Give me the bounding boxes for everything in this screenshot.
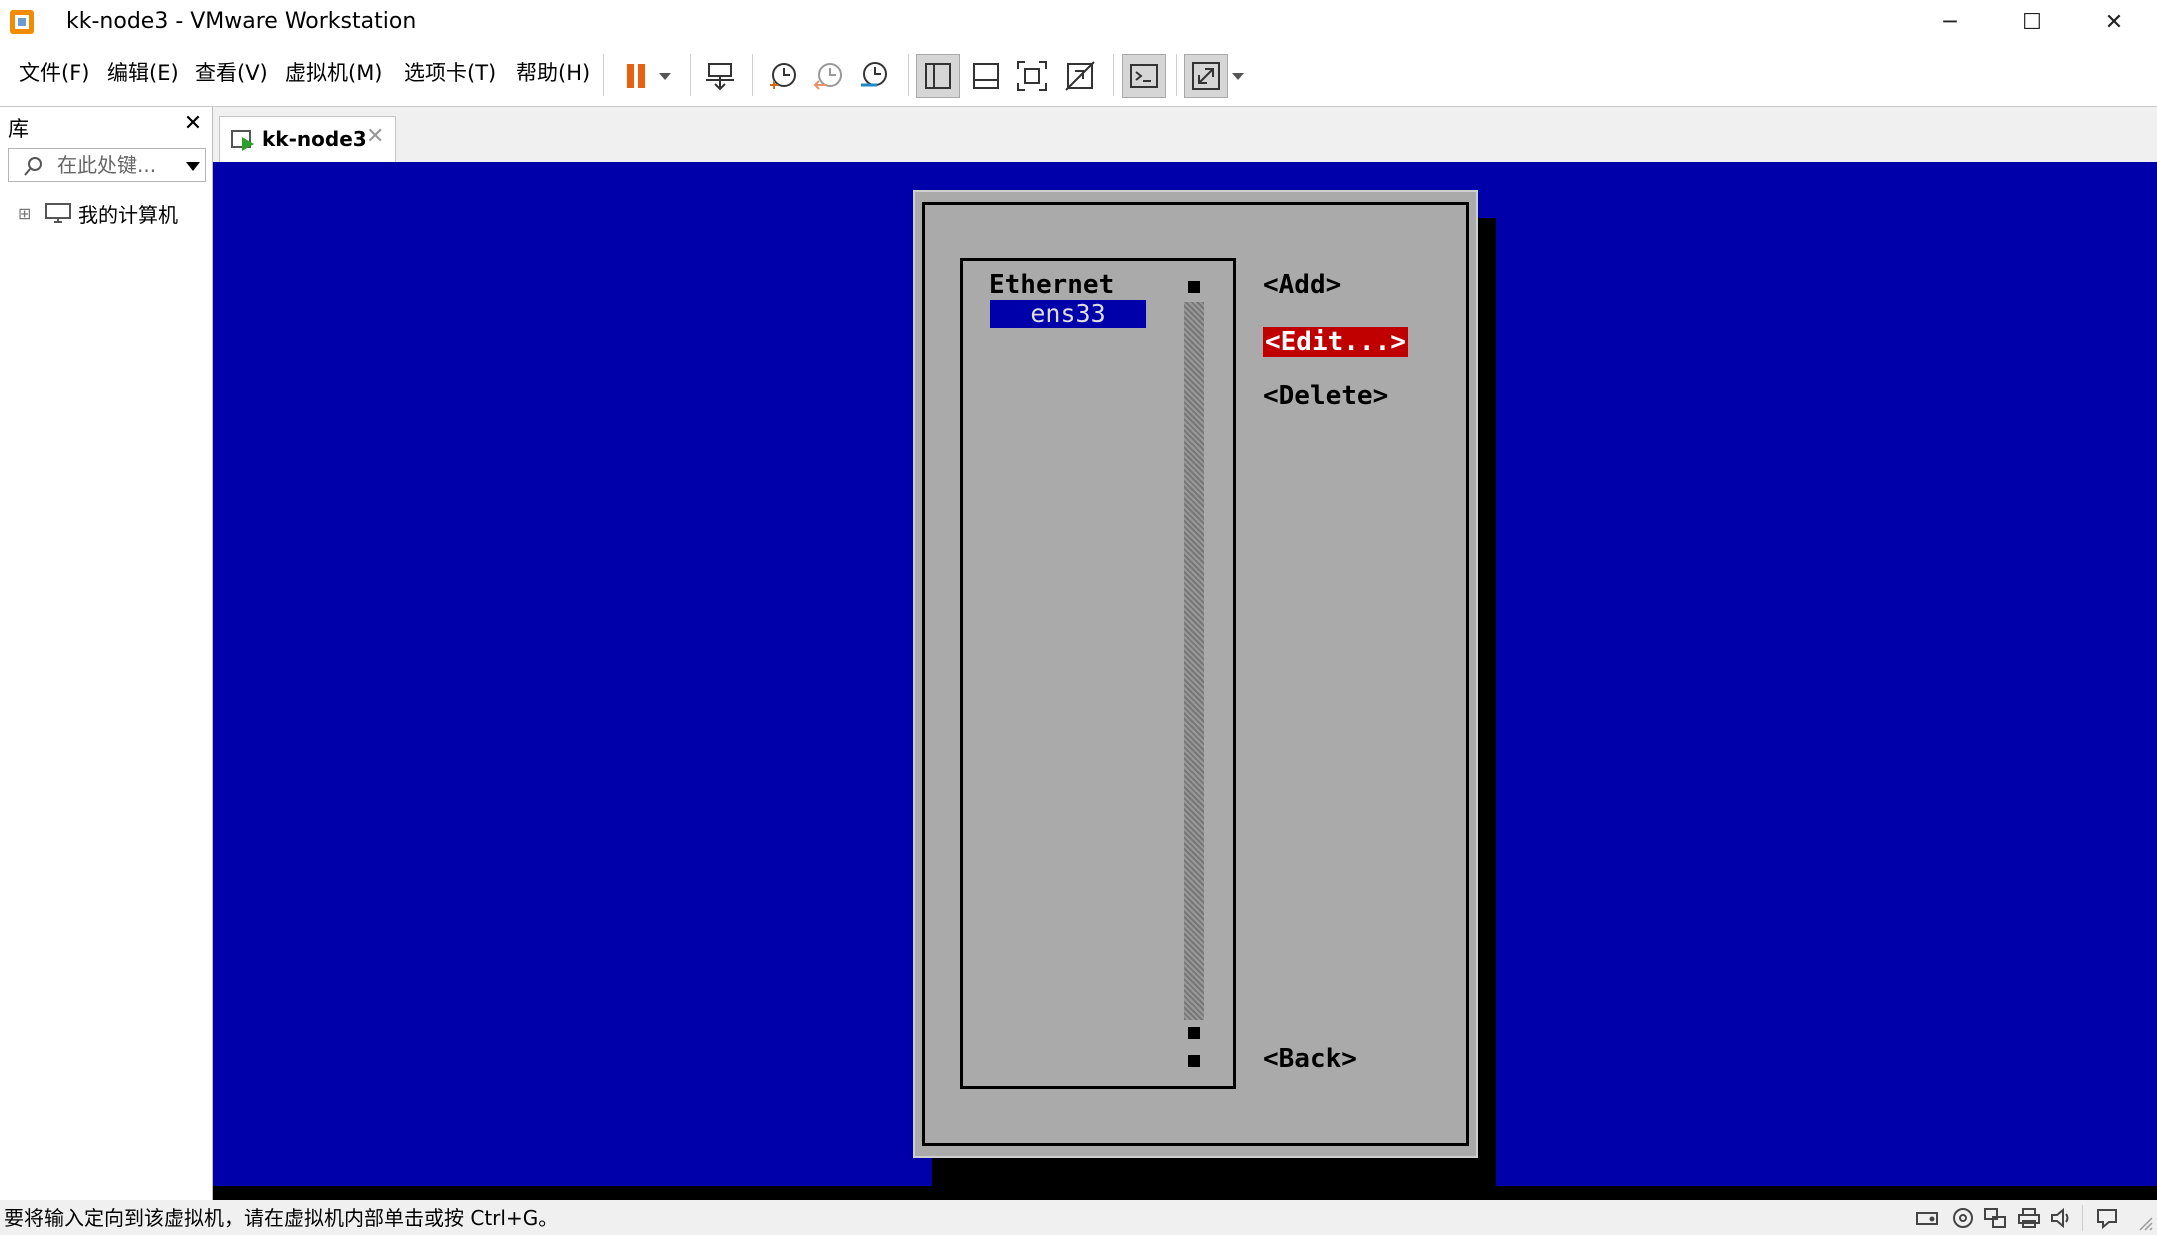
tab-label: kk-node3	[262, 127, 367, 151]
computer-icon	[45, 203, 71, 223]
vmware-logo-icon	[10, 10, 34, 34]
search-dropdown-icon[interactable]	[185, 160, 201, 172]
scrollbar-thumb[interactable]	[1188, 1027, 1200, 1039]
scrollbar-top-marker	[1188, 281, 1200, 293]
send-ctrl-alt-del-icon	[706, 63, 734, 91]
dropdown-arrow-icon	[659, 73, 671, 80]
stretch-dropdown-button[interactable]	[1228, 54, 1248, 98]
menu-help[interactable]: 帮助(H)	[510, 58, 596, 88]
resize-grip-icon[interactable]	[2135, 1213, 2153, 1231]
full-screen-button[interactable]	[1010, 54, 1054, 98]
thumbnail-bar-button[interactable]	[964, 54, 1008, 98]
toolbar-separator	[1176, 54, 1177, 96]
printer-status[interactable]	[2016, 1206, 2042, 1230]
hard-disk-status[interactable]	[1914, 1206, 1940, 1230]
console-view-icon	[1130, 64, 1158, 88]
fullscreen-icon	[1017, 61, 1047, 91]
window-title: kk-node3 - VMware Workstation	[66, 9, 417, 34]
stretch-guest-button[interactable]	[1184, 54, 1228, 98]
menu-view[interactable]: 查看(V)	[189, 58, 274, 88]
library-search-box[interactable]	[8, 148, 206, 182]
toolbar-separator	[603, 54, 604, 96]
thumbnail-bar-icon	[973, 63, 999, 89]
hard-disk-icon	[1916, 1212, 1938, 1225]
snapshot-manager-icon	[861, 62, 887, 87]
edit-button[interactable]: <Edit...>	[1263, 327, 1408, 357]
list-item-selected[interactable]: ens33	[990, 300, 1146, 328]
network-adapter-icon	[1984, 1208, 2006, 1228]
unity-icon	[1065, 61, 1095, 91]
console-view-button[interactable]	[1122, 54, 1166, 98]
toolbar-separator	[1113, 54, 1114, 96]
search-icon	[24, 157, 42, 176]
status-hint-text: 要将输入定向到该虚拟机，请在虚拟机内部单击或按 Ctrl+G。	[4, 1206, 559, 1230]
back-button[interactable]: <Back>	[1263, 1044, 1357, 1074]
menu-edit[interactable]: 编辑(E)	[101, 58, 185, 88]
library-title: 库	[8, 117, 29, 141]
tab-kk-node3[interactable]: kk-node3 ✕	[219, 116, 396, 162]
tree-item-label: 我的计算机	[78, 202, 178, 227]
library-search-input[interactable]	[57, 152, 167, 178]
dropdown-arrow-icon	[1232, 73, 1244, 80]
message-icon	[2097, 1209, 2117, 1229]
network-status[interactable]	[1982, 1206, 2008, 1230]
scrollbar-bottom-marker	[1188, 1055, 1200, 1067]
sound-icon	[2051, 1207, 2069, 1229]
revert-snapshot-button[interactable]	[806, 54, 850, 98]
tree-expander-icon[interactable]: ⊞	[18, 204, 44, 223]
take-snapshot-button[interactable]	[760, 54, 804, 98]
minimize-button[interactable]: ─	[1910, 0, 1990, 44]
cd-drive-icon	[1953, 1208, 1973, 1228]
tree-item-my-computer[interactable]: ⊞ 我的计算机	[18, 198, 178, 228]
snapshot-take-icon	[770, 63, 796, 89]
tab-close-button[interactable]: ✕	[366, 124, 384, 149]
send-ctrl-alt-del-button[interactable]	[698, 54, 742, 98]
list-scrollbar-track[interactable]	[1184, 302, 1204, 1020]
library-panel	[0, 107, 213, 1200]
menu-file[interactable]: 文件(F)	[13, 58, 95, 88]
toolbar-separator	[908, 54, 909, 96]
add-button[interactable]: <Add>	[1263, 270, 1341, 300]
menu-vm[interactable]: 虚拟机(M)	[279, 58, 389, 88]
pause-icon	[627, 64, 645, 88]
toolbar-separator	[752, 54, 753, 96]
power-dropdown-button[interactable]	[650, 54, 680, 98]
delete-button[interactable]: <Delete>	[1263, 381, 1388, 411]
unity-button[interactable]	[1058, 54, 1102, 98]
message-log-button[interactable]	[2094, 1206, 2120, 1230]
cd-drive-status[interactable]	[1950, 1206, 1976, 1230]
status-separator	[2082, 1205, 2083, 1231]
close-button[interactable]: ✕	[2074, 0, 2154, 44]
printer-icon	[2018, 1208, 2040, 1228]
snapshot-revert-icon	[813, 63, 842, 90]
toolbar-separator	[690, 54, 691, 96]
menu-tabs[interactable]: 选项卡(T)	[398, 58, 502, 88]
tab-bar	[213, 107, 2157, 162]
show-library-button[interactable]	[916, 54, 960, 98]
maximize-button[interactable]: ☐	[1992, 0, 2072, 44]
stretch-icon	[1192, 62, 1220, 90]
snapshot-manager-button[interactable]	[852, 54, 896, 98]
list-section-header: Ethernet	[989, 270, 1115, 300]
library-view-icon	[925, 63, 951, 89]
vm-running-icon	[231, 130, 254, 151]
sound-status[interactable]	[2048, 1206, 2074, 1230]
library-close-button[interactable]: ✕	[180, 111, 206, 136]
